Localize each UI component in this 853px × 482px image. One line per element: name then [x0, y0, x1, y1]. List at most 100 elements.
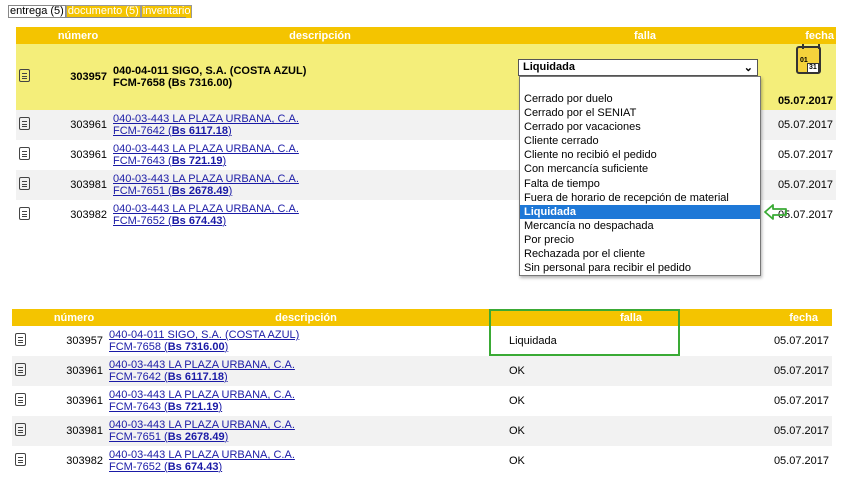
calendar-icon[interactable]: 01 31 [796, 44, 821, 74]
row-descripcion: 040-03-443 LA PLAZA URBANA, C.A. FCM-7642… [106, 356, 506, 386]
dropdown-option[interactable]: Mercancía no despachada [520, 219, 760, 233]
list-doc-icon[interactable] [15, 363, 26, 376]
annotation-highlight-box [489, 309, 680, 356]
header-descripcion: descripción [110, 27, 530, 44]
document-link[interactable]: FCM-7643 (Bs 721.19) [113, 155, 226, 167]
dropdown-option[interactable]: Cliente no recibió el pedido [520, 148, 760, 162]
row-numero: 303982 [70, 209, 107, 221]
dropdown-option[interactable]: Cerrado por duelo [520, 92, 760, 106]
document-link[interactable]: FCM-7642 (Bs 6117.18) [109, 371, 228, 383]
dropdown-option[interactable]: Sin personal para recibir el pedido [520, 261, 760, 275]
document-number: FCM-7652 [109, 461, 161, 473]
document-number: FCM-7643 [109, 401, 161, 413]
table-row: 303982 040-03-443 LA PLAZA URBANA, C.A. F… [12, 446, 832, 476]
document-amount: Bs 674.43 [171, 215, 223, 227]
document-amount: Bs 7316.00 [167, 341, 225, 353]
dropdown-option[interactable]: Por precio [520, 233, 760, 247]
document-number: FCM-7642 [109, 371, 161, 383]
dropdown-option[interactable]: Falta de tiempo [520, 177, 760, 191]
header-descripcion: descripción [106, 309, 506, 326]
falla-select[interactable]: Liquidada ⌄ [518, 59, 758, 76]
document-number: FCM-7652 [113, 215, 165, 227]
client-link[interactable]: 040-04-011 SIGO, S.A. (COSTA AZUL) [109, 329, 299, 341]
row-descripcion: 040-03-443 LA PLAZA URBANA, C.A. FCM-7652… [106, 446, 506, 476]
list-doc-icon[interactable] [15, 423, 26, 436]
row-fecha: 05.07.2017 [756, 356, 832, 386]
table-row: 303961 040-03-443 LA PLAZA URBANA, C.A. F… [12, 386, 832, 416]
client-link[interactable]: 040-03-443 LA PLAZA URBANA, C.A. [113, 113, 299, 125]
dropdown-option-highlighted[interactable]: Liquidada [520, 204, 760, 219]
list-doc-icon[interactable] [19, 147, 30, 160]
document-amount: Bs 2678.49 [167, 431, 225, 443]
table-row: 303957 040-04-011 SIGO, S.A. (COSTA AZUL… [12, 326, 832, 356]
row-fecha: 05.07.2017 [773, 335, 829, 347]
table-row: 303961 040-03-443 LA PLAZA URBANA, C.A. F… [12, 356, 832, 386]
document-link[interactable]: FCM-7651 (Bs 2678.49) [109, 431, 228, 443]
list-doc-icon[interactable] [15, 393, 26, 406]
row-fecha: 05.07.2017 [760, 110, 836, 140]
client-link[interactable]: 040-03-443 LA PLAZA URBANA, C.A. [109, 389, 295, 401]
row-descripcion: 040-03-443 LA PLAZA URBANA, C.A. FCM-7643… [106, 386, 506, 416]
dropdown-option[interactable]: Con mercancía suficiente [520, 162, 760, 176]
header-falla: falla [530, 27, 760, 44]
row-fecha: 05.07.2017 [777, 149, 833, 161]
row-descripcion: 040-03-443 LA PLAZA URBANA, C.A. FCM-7651… [106, 416, 506, 446]
document-link[interactable]: FCM-7643 (Bs 721.19) [109, 401, 222, 413]
row-numero: 303981 [42, 416, 106, 446]
dropdown-option[interactable]: Cliente cerrado [520, 134, 760, 148]
document-number: FCM-7651 [109, 431, 161, 443]
dropdown-option[interactable]: Fuera de horario de recepción de materia… [520, 191, 760, 205]
document-amount: Bs 6117.18 [167, 371, 224, 383]
row-fecha: 05.07.2017 [760, 170, 836, 200]
document-amount: Bs 6117.18 [171, 125, 228, 137]
document-number: FCM-7651 [113, 185, 165, 197]
table-header: número descripción falla fecha [12, 309, 832, 326]
document-amount: Bs 674.43 [167, 461, 219, 473]
document-link[interactable]: FCM-7658 (Bs 7316.00) [109, 341, 228, 353]
list-doc-icon[interactable] [19, 207, 30, 220]
document-link[interactable]: FCM-7652 (Bs 674.43) [109, 461, 222, 473]
row-falla: OK [509, 455, 525, 467]
row-descripcion: 040-03-443 LA PLAZA URBANA, C.A. FCM-7652… [110, 200, 530, 230]
dropdown-option[interactable]: Cerrado por el SENIAT [520, 106, 760, 120]
list-doc-icon[interactable] [19, 117, 30, 130]
chevron-down-icon: ⌄ [743, 62, 753, 74]
client-link[interactable]: 040-03-443 LA PLAZA URBANA, C.A. [109, 419, 295, 431]
document-link[interactable]: FCM-7651 (Bs 2678.49) [113, 185, 232, 197]
row-fecha: 05.07.2017 [773, 455, 829, 467]
client-link[interactable]: 040-03-443 LA PLAZA URBANA, C.A. [113, 203, 299, 215]
client-link[interactable]: 040-03-443 LA PLAZA URBANA, C.A. [109, 359, 295, 371]
row-numero: 303961 [46, 110, 110, 140]
document-amount: Bs 721.19 [167, 401, 219, 413]
document-amount: Bs 2678.49 [171, 185, 229, 197]
dropdown-option[interactable]: Cerrado por vacaciones [520, 120, 760, 134]
row-numero: 303957 [66, 335, 103, 347]
dropdown-option[interactable]: Rechazada por el cliente [520, 247, 760, 261]
client-link[interactable]: 040-03-443 LA PLAZA URBANA, C.A. [109, 449, 295, 461]
row-client: 040-04-011 SIGO, S.A. (COSTA AZUL) [113, 65, 307, 77]
row-numero: 303961 [66, 395, 103, 407]
row-falla: OK [506, 416, 756, 446]
list-doc-icon[interactable] [15, 333, 26, 346]
row-numero: 303982 [66, 455, 103, 467]
document-link[interactable]: FCM-7642 (Bs 6117.18) [113, 125, 232, 137]
falla-dropdown: Cerrado por duelo Cerrado por el SENIAT … [519, 76, 761, 276]
header-fecha: fecha [760, 27, 836, 44]
document-number: FCM-7658 [109, 341, 161, 353]
row-falla: OK [509, 395, 525, 407]
header-fecha: fecha [756, 309, 832, 326]
list-doc-icon[interactable] [19, 69, 30, 82]
list-doc-icon[interactable] [19, 177, 30, 190]
arrow-left-icon [764, 204, 787, 220]
row-descripcion: 040-04-011 SIGO, S.A. (COSTA AZUL) FCM-7… [110, 44, 530, 110]
calendar-label-end: 31 [807, 63, 819, 73]
client-link[interactable]: 040-03-443 LA PLAZA URBANA, C.A. [113, 173, 299, 185]
entregas-table-result: número descripción falla fecha 303957 04… [12, 309, 832, 476]
tab-underline [8, 17, 186, 18]
row-fecha: 05.07.2017 [756, 416, 832, 446]
list-doc-icon[interactable] [15, 453, 26, 466]
header-numero: número [42, 309, 106, 326]
document-link[interactable]: FCM-7652 (Bs 674.43) [113, 215, 226, 227]
row-numero: 303961 [70, 149, 107, 161]
client-link[interactable]: 040-03-443 LA PLAZA URBANA, C.A. [113, 143, 299, 155]
